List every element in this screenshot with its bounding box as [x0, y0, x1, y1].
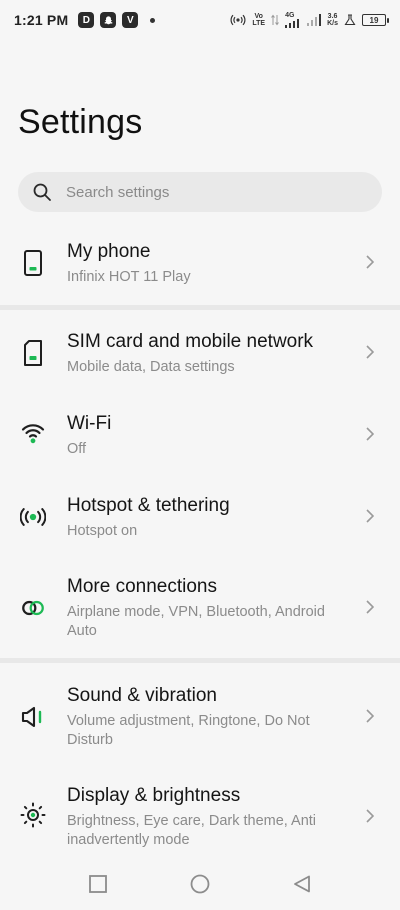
- navigation-bar: [0, 858, 400, 910]
- chevron-right-icon: [364, 808, 376, 824]
- lab-flask-icon: [344, 14, 356, 26]
- status-time: 1:21 PM: [14, 12, 69, 28]
- settings-item-text: Wi-Fi Off: [67, 412, 357, 459]
- settings-item-title: Display & brightness: [67, 785, 241, 806]
- volte-indicator: Vo LTE: [252, 13, 266, 27]
- speaker-icon: [20, 704, 46, 730]
- settings-item-title: Hotspot & tethering: [67, 495, 230, 516]
- settings-item-text: Hotspot & tethering Hotspot on: [67, 494, 357, 541]
- settings-item-text: My phone Infinix HOT 11 Play: [67, 240, 357, 287]
- settings-item-subtitle: Infinix HOT 11 Play: [67, 269, 191, 285]
- section-divider: [0, 305, 400, 310]
- recents-icon[interactable]: [87, 873, 109, 895]
- signal-indicator-1: 4G: [285, 12, 301, 28]
- settings-item-subtitle: Mobile data, Data settings: [67, 359, 235, 375]
- back-icon[interactable]: [291, 873, 313, 895]
- settings-item-title: SIM card and mobile network: [67, 331, 314, 352]
- page-title: Settings: [18, 103, 143, 141]
- status-bar: 1:21 PM D V Vo LTE 4G 3.6 K/s 19: [0, 0, 400, 40]
- settings-item-title: More connections: [67, 576, 217, 597]
- chevron-right-icon: [364, 344, 376, 360]
- phone-icon: [20, 250, 46, 276]
- search-icon: [32, 182, 52, 202]
- search-placeholder: Search settings: [66, 183, 170, 201]
- signal-indicator-2: [307, 14, 322, 26]
- home-icon[interactable]: [189, 873, 211, 895]
- chevron-right-icon: [364, 426, 376, 442]
- settings-item-subtitle: Hotspot on: [67, 523, 138, 539]
- chevron-right-icon: [364, 708, 376, 724]
- settings-item-text: Sound & vibration Volume adjustment, Rin…: [67, 684, 357, 750]
- settings-item-wifi[interactable]: Wi-Fi Off: [0, 412, 400, 472]
- settings-item-subtitle: Airplane mode, VPN, Bluetooth, Android A…: [67, 604, 325, 639]
- settings-item-text: SIM card and mobile network Mobile data,…: [67, 330, 357, 377]
- settings-item-my-phone[interactable]: My phone Infinix HOT 11 Play: [0, 240, 400, 300]
- settings-item-title: My phone: [67, 241, 151, 262]
- connections-icon: [20, 595, 46, 621]
- chevron-right-icon: [364, 599, 376, 615]
- status-left: 1:21 PM D V: [14, 12, 156, 28]
- v-app-icon: V: [122, 12, 139, 28]
- settings-item-text: Display & brightness Brightness, Eye car…: [67, 784, 357, 850]
- data-arrows-icon: [271, 14, 279, 26]
- search-input[interactable]: Search settings: [18, 172, 382, 212]
- settings-item-hotspot[interactable]: Hotspot & tethering Hotspot on: [0, 494, 400, 554]
- notification-dot: [150, 17, 156, 23]
- wifi-icon: [20, 420, 46, 446]
- settings-item-sound[interactable]: Sound & vibration Volume adjustment, Rin…: [0, 684, 400, 754]
- hotspot-status-icon: [230, 14, 246, 26]
- status-right: Vo LTE 4G 3.6 K/s 19: [230, 12, 389, 28]
- settings-item-title: Wi-Fi: [67, 413, 112, 434]
- sim-card-icon: [20, 340, 46, 366]
- snapchat-icon: [100, 12, 117, 28]
- chevron-right-icon: [364, 508, 376, 524]
- brightness-icon: [20, 802, 46, 828]
- d-app-icon: D: [78, 12, 95, 28]
- section-divider: [0, 658, 400, 663]
- settings-item-sim-card[interactable]: SIM card and mobile network Mobile data,…: [0, 330, 400, 390]
- settings-item-subtitle: Off: [67, 441, 87, 457]
- network-speed: 3.6 K/s: [327, 13, 338, 27]
- settings-item-text: More connections Airplane mode, VPN, Blu…: [67, 575, 357, 641]
- hotspot-icon: [20, 504, 46, 530]
- settings-item-display[interactable]: Display & brightness Brightness, Eye car…: [0, 784, 400, 854]
- settings-item-more-connections[interactable]: More connections Airplane mode, VPN, Blu…: [0, 575, 400, 645]
- battery-indicator: 19: [362, 14, 389, 26]
- chevron-right-icon: [364, 254, 376, 270]
- settings-item-subtitle: Volume adjustment, Ringtone, Do Not Dist…: [67, 713, 310, 748]
- settings-item-title: Sound & vibration: [67, 685, 217, 706]
- settings-item-subtitle: Brightness, Eye care, Dark theme, Anti i…: [67, 813, 317, 848]
